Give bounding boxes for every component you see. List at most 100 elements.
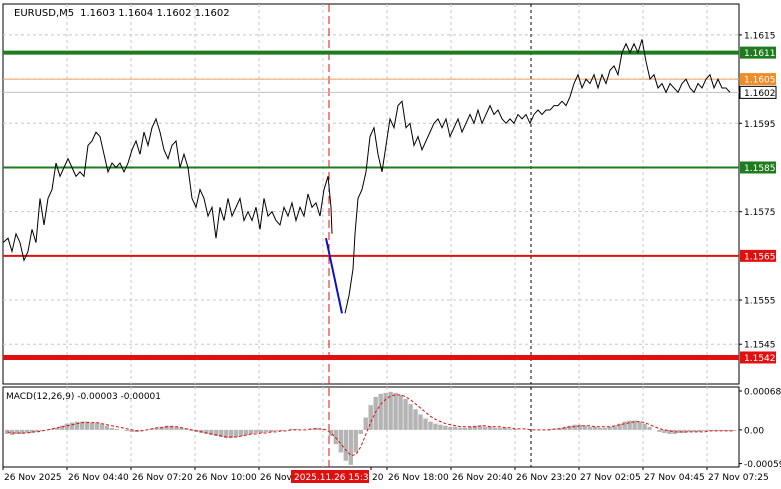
levels: 1.1611 1.1605 1.1585 1.1565 1.1542 1.1602 [3,46,777,364]
x-tick-label: 26 Nov 20:40 [452,473,513,483]
y-tick-label: 1.1555 [744,297,776,307]
ohlc-values: 1.1603 1.1604 1.1602 1.1602 [80,8,230,19]
price-line [2,39,731,314]
x-tick-label: 26 Nov 04:40 [68,473,129,483]
level-label: 1.1605 [744,76,776,86]
macd-bar [258,429,264,433]
macd-bar [642,423,647,430]
x-tick-label: 26 Nov 07:20 [132,473,193,483]
macd-bar [622,421,627,430]
macd-bar [109,427,114,430]
macd-bar [423,418,428,430]
last-price-label: 1.1602 [744,89,776,99]
macd-bar [263,429,269,432]
macd-bar [273,429,279,431]
macd-bar [348,429,353,465]
x-tick-label: 20 [372,473,384,483]
macd-bar [443,425,448,430]
macd-bar [69,422,75,430]
macd-bar [572,424,578,430]
macd-bar [497,427,503,430]
level-label: 1.1565 [744,252,776,262]
macd-bar [493,427,498,430]
macd-bar [637,421,642,430]
macd-bar [343,429,348,461]
y-tick-label: 1.1545 [744,341,776,351]
x-tick-label: 27 Nov 07:25 [708,473,769,483]
macd-bar [483,426,488,430]
macd-bar [353,429,358,453]
macd-bar [587,426,592,430]
x-tick-label: 26 Nov 2025 [4,473,62,483]
macd-bar [702,429,707,431]
macd-bar [159,426,164,430]
macd-bar [393,392,398,430]
macd-bar [89,422,95,430]
macd-bar [507,428,513,430]
macd-bar [244,429,249,435]
macd-bar [104,425,109,430]
macd-bar [458,427,463,430]
macd-bar [398,394,403,430]
macd-bar [249,429,254,434]
macd-bar [64,423,70,430]
macd-bar [413,409,418,430]
macd-bar [657,429,662,432]
macd-bar [677,429,682,433]
symbol-label: EURUSD,M5 [14,8,74,19]
level-label: 1.1542 [744,354,776,364]
macd-bar [627,420,632,430]
macd-y-tick-label: 0.00068 [744,388,781,398]
macd-bar [328,429,334,437]
macd-bar [667,429,672,434]
macd-bar [9,429,15,435]
x-tick-label: 26 Nov 18:00 [388,473,449,483]
macd-bar [99,423,104,430]
macd-bar [373,396,378,430]
level-label: 1.1585 [744,164,776,174]
macd-bar [453,426,458,430]
y-tick-label: 1.1575 [744,208,776,218]
macd-bar [29,429,35,433]
macd-bar [488,426,493,430]
macd-bar [363,417,368,430]
macd-y-tick-label: 0.00 [744,426,764,436]
macd-bar [234,429,239,438]
macd-bar [448,426,453,430]
macd-label: MACD(12,26,9) -0.00003 -0.00001 [6,392,161,402]
macd-bar [358,429,363,434]
macd-bar [124,429,129,431]
macd-bar [378,393,383,430]
main-frame [2,3,740,385]
macd-bar [602,427,607,430]
macd-bar [383,392,388,430]
price-chart[interactable]: 1.1611 1.1605 1.1585 1.1565 1.1542 1.1602 1.1… [0,0,781,489]
macd-bar [438,424,443,430]
x-tick-label: 27 Nov 02:05 [580,473,641,483]
x-tick-label: 26 Nov [260,473,293,483]
x-tick-label: 2025.11.26 15:35 [294,473,374,483]
macd-bar [433,423,438,430]
macd-bar [732,429,737,431]
macd-bar [408,404,413,430]
macd-bar [239,429,244,437]
x-tick-label: 26 Nov 23:20 [516,473,577,483]
macd-bar [592,426,597,430]
x-tick-label: 26 Nov 10:00 [196,473,257,483]
macd-bar [403,399,408,430]
macd-bar [418,414,423,430]
macd-bar [597,427,602,430]
macd-y-tick-label: -0.00059 [744,460,781,470]
macd-bar [338,429,344,453]
macd-bar [428,421,433,430]
y-tick-label: 1.1595 [744,120,776,130]
macd-bar [647,426,652,430]
macd-bar [463,427,468,430]
chart-header: EURUSD,M5 1.1603 1.1604 1.1602 1.1602 [14,8,230,19]
level-label: 1.1611 [744,49,776,59]
macd-bar [114,428,119,430]
x-tick-label: 27 Nov 04:45 [644,473,705,483]
signal-arrow [325,237,343,314]
macd-bar [582,425,588,430]
macd-bar [74,421,80,430]
